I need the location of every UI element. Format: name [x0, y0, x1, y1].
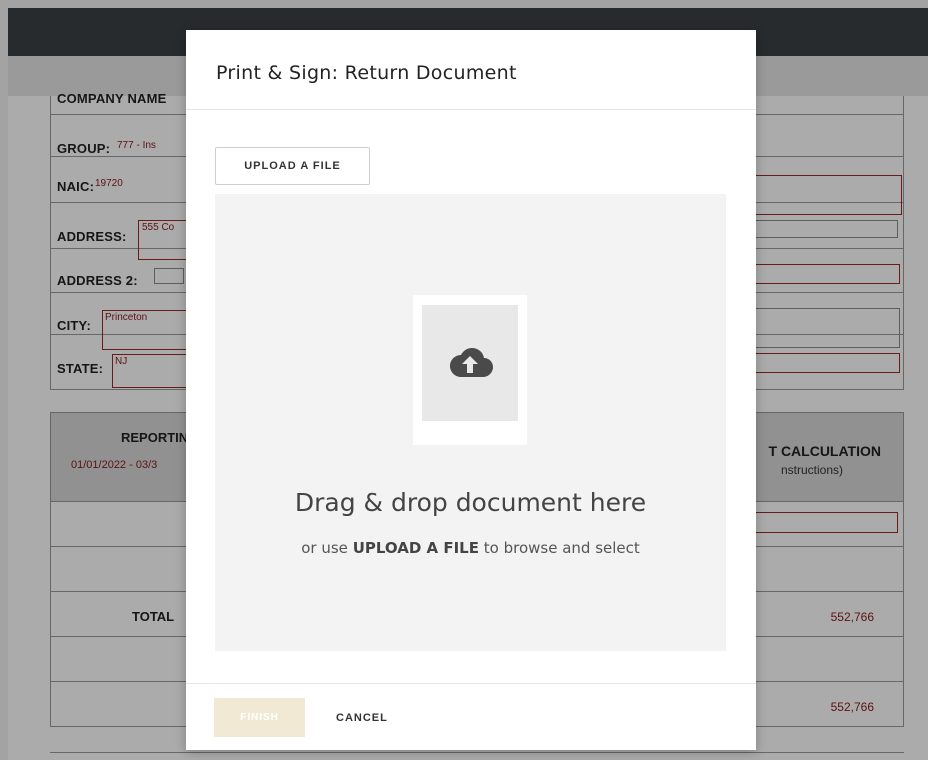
document-preview: [422, 305, 518, 421]
file-drop-zone[interactable]: Drag & drop document here or use UPLOAD …: [215, 194, 726, 651]
dialog-title: Print & Sign: Return Document: [216, 62, 517, 84]
drop-instructions-prefix: or use: [301, 539, 348, 557]
drop-instructions-upload-text: UPLOAD A FILE: [352, 539, 479, 557]
dialog-header: Print & Sign: Return Document: [186, 30, 756, 110]
finish-button[interactable]: FINISH: [214, 698, 305, 737]
return-document-dialog: Print & Sign: Return Document UPLOAD A F…: [186, 30, 756, 750]
dialog-footer: FINISH CANCEL: [186, 683, 756, 750]
drop-instructions-suffix: to browse and select: [483, 539, 640, 557]
document-placeholder: [413, 295, 527, 445]
drop-zone-instructions: or use UPLOAD A FILE to browse and selec…: [215, 539, 726, 557]
cloud-upload-icon: [446, 344, 494, 383]
drop-zone-title: Drag & drop document here: [294, 488, 647, 517]
app-root: COMPANY NAME GROUP: 777 - Ins NAIC: 1972…: [0, 0, 928, 760]
upload-file-button[interactable]: UPLOAD A FILE: [215, 147, 370, 185]
cancel-button[interactable]: CANCEL: [336, 698, 388, 737]
